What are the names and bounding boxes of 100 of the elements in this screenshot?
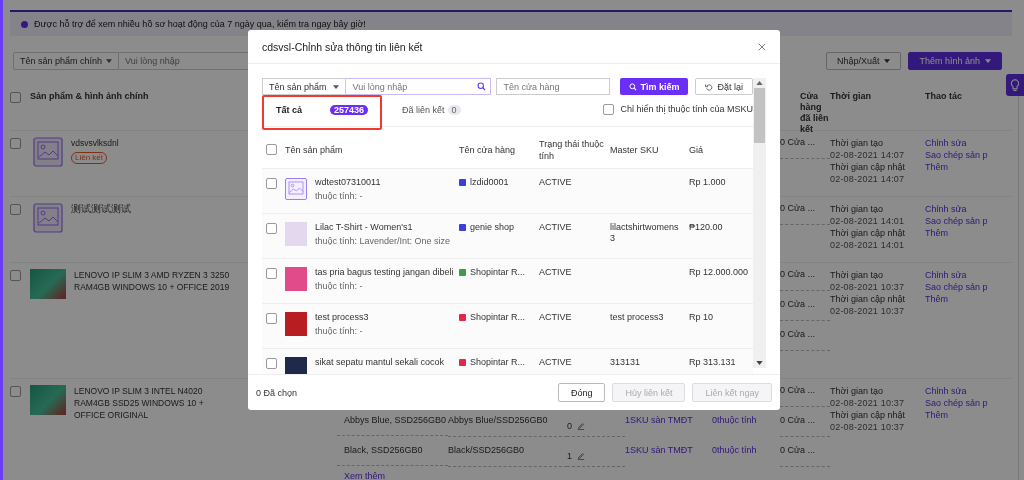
action-link[interactable]: Thêm [925,161,985,173]
photo-placeholder [30,269,66,299]
action-link[interactable]: Thêm [925,409,985,421]
dialog-title: cdsvsl-Chỉnh sửa thông tin liên kết [262,40,423,53]
product-name: test process3 [315,312,369,323]
photo-placeholder [285,267,307,291]
action-link[interactable]: Chỉnh sửa [925,203,985,215]
price-text: ₱120.00 [689,222,724,233]
status-text: ACTIVE [539,357,573,368]
close-icon[interactable] [758,42,766,51]
store-search-field[interactable]: Tên cửa hàng [496,78,611,95]
master-sku: test process3 [610,312,664,322]
selected-count: 0 Đã chọn [256,387,298,398]
time-value: 02-08-2021 10:37 [830,305,906,317]
toolbar-button[interactable]: Thêm hình ảnh [908,52,1002,70]
time-value: 02-08-2021 14:07 [830,149,906,161]
search-button[interactable]: Tìm kiếm [620,78,689,95]
checkbox[interactable] [266,143,277,155]
sku-link[interactable]: 1SKU sàn TMĐT [625,445,693,455]
show-more-link[interactable]: Xem thêm [337,471,830,480]
action-link[interactable]: Thêm [925,293,985,305]
tab[interactable]: Đã liên kết 0 [388,97,475,127]
checkbox[interactable] [266,268,277,279]
action-link[interactable]: Chỉnh sửa [925,385,985,397]
edit-icon[interactable] [577,451,585,460]
product-name: Lilac T-Shirt - Women's1 [315,222,414,233]
time-value: 02-08-2021 10:37 [830,281,906,293]
store-name: lzdid0001 [470,177,509,188]
image-placeholder-icon [33,137,63,167]
sku-link[interactable]: 1SKU sàn TMĐT [625,415,693,425]
time-label: Thời gian tạo [830,203,884,215]
checkbox[interactable] [10,138,21,149]
edit-icon[interactable] [577,421,585,430]
checkbox[interactable] [266,178,277,189]
photo-placeholder [285,357,307,374]
action-link[interactable]: Sao chép sản p [925,281,985,293]
action-link[interactable]: Thêm [925,227,985,239]
checkbox[interactable] [603,104,615,115]
column-header: Giá [689,144,704,156]
action-link[interactable]: Sao chép sản p [925,149,985,161]
dialog-button[interactable]: Đóng [557,383,606,402]
column-header: Thời gian [830,91,872,101]
action-link[interactable]: Chỉnh sửa [925,269,985,281]
checkbox[interactable] [10,270,21,281]
scroll-up-icon[interactable] [756,81,763,85]
checkbox[interactable] [10,386,21,397]
status-text: ACTIVE [539,267,573,278]
search-field[interactable]: Vui lòng nhập [346,78,492,95]
action-link[interactable]: Chỉnh sửa [925,137,985,149]
checkbox[interactable] [10,204,21,215]
time-label: Thời gian tạo [830,385,884,397]
attribute-link[interactable]: 0thuộc tính [712,445,757,455]
scrollbar[interactable] [753,78,766,368]
stock-count: 1 [567,450,572,461]
action-link[interactable]: Sao chép sản p [925,397,985,409]
time-label: Thời gian cập nhật [830,227,906,239]
linked-store-count: 0 Cửa ... [780,445,830,467]
column-header: Tên cửa hàng [459,144,517,156]
stock-count: 0 [567,420,572,431]
scroll-down-icon[interactable] [756,361,763,365]
action-link[interactable]: Sao chép sản p [925,215,985,227]
reset-button[interactable]: Đặt lại [695,78,753,95]
status-text: ACTIVE [539,222,573,233]
field-select[interactable]: Tên sản phẩm [262,78,347,95]
status-text: ACTIVE [539,177,573,188]
count-badge: 257436 [329,104,368,115]
caret-icon [106,59,112,63]
photo-placeholder [30,385,66,415]
variant-name: Abbys Blue, SSD256GB0 [337,415,448,436]
checkbox[interactable] [266,313,277,324]
time-label: Thời gian tạo [830,137,884,149]
image-placeholder-icon [285,178,307,200]
product-name: LENOVO IP SLIM 3 AMD RYZEN 3 3250 RAM4GB WINDOWS 10 + OFFICE 2019 [74,269,231,293]
time-value: 02-08-2021 14:01 [830,239,906,251]
caret-icon [333,84,340,89]
tab[interactable]: Tất cả 257436 [262,94,382,130]
price-text: Rp 1.000 [689,177,727,188]
time-value: 02-08-2021 14:07 [830,173,906,185]
field-select[interactable]: Tên sản phẩm chính [13,52,119,70]
tips-button[interactable] [1006,74,1024,96]
checkbox[interactable] [10,92,21,103]
price-text: Rp 313.131 [689,357,737,368]
attribute-text: thuộc tính: - [315,191,364,202]
checkbox[interactable] [266,358,277,369]
attribute-link[interactable]: 0thuộc tính [712,415,757,425]
checkbox[interactable] [266,223,277,234]
price-text: Rp 12.000.000 [689,267,750,278]
image-placeholder-icon [33,203,63,233]
reset-icon [705,82,714,91]
store-name: Shopintar R... [470,267,526,278]
time-label: Thời gian tạo [830,269,884,281]
product-name: LENOVO IP SLIM 3 INTEL N4020 RAM4GB SSD25 WINDOWS 10 + OFFICE ORIGINAL [74,385,205,421]
product-name: 测试测试测试 [71,203,132,215]
product-name: vdsvsvlksdnl [71,137,120,149]
scrollbar-thumb[interactable] [754,88,765,143]
notice-text: Được hỗ trợ để xem nhiều hồ sơ hoạt động của 7 ngày qua, kiểm tra ngay bây giờ! [34,19,366,29]
photo-placeholder [285,222,307,246]
time-label: Thời gian cập nhật [830,293,906,305]
variant-sku: Black/SSD256GB0 [448,445,567,467]
toolbar-button[interactable]: Nhập/Xuất [825,52,902,70]
